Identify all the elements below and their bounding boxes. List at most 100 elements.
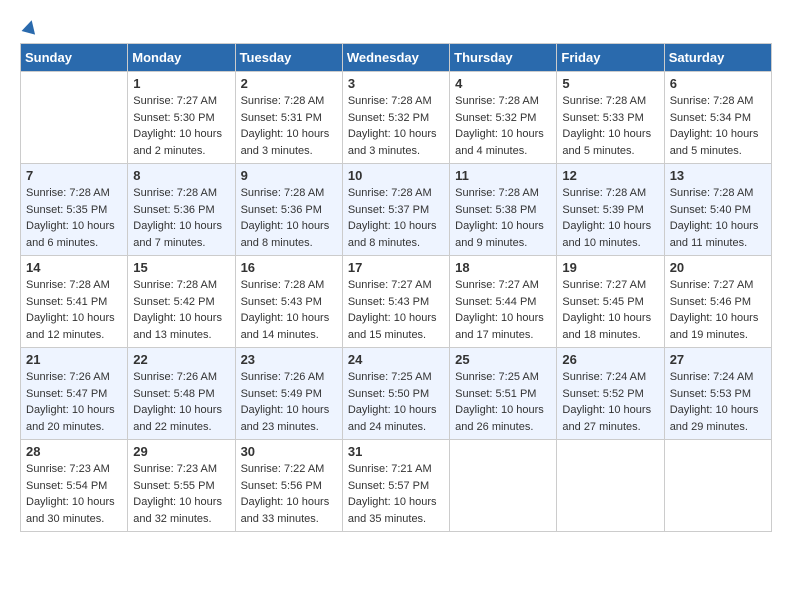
calendar-cell: 31Sunrise: 7:21 AMSunset: 5:57 PMDayligh… xyxy=(342,440,449,532)
day-info: Sunrise: 7:28 AMSunset: 5:33 PMDaylight:… xyxy=(562,93,658,159)
day-info: Sunrise: 7:26 AMSunset: 5:49 PMDaylight:… xyxy=(241,369,337,435)
day-info: Sunrise: 7:24 AMSunset: 5:53 PMDaylight:… xyxy=(670,369,766,435)
calendar-cell xyxy=(557,440,664,532)
calendar-cell: 21 Sunrise: 7:26 AMSunset: 5:47 PMDayligh… xyxy=(21,348,128,440)
day-number: 5 xyxy=(562,76,658,91)
calendar-cell: 18 Sunrise: 7:27 AMSunset: 5:44 PMDayligh… xyxy=(450,256,557,348)
day-number: 18 xyxy=(455,260,551,275)
calendar-cell: 9 Sunrise: 7:28 AMSunset: 5:36 PMDaylight… xyxy=(235,164,342,256)
day-info: Sunrise: 7:23 AMSunset: 5:55 PMDaylight:… xyxy=(133,461,229,527)
day-number: 17 xyxy=(348,260,444,275)
day-number: 11 xyxy=(455,168,551,183)
day-number: 25 xyxy=(455,352,551,367)
day-number: 26 xyxy=(562,352,658,367)
day-number: 22 xyxy=(133,352,229,367)
calendar-cell: 7 Sunrise: 7:28 AMSunset: 5:35 PMDaylight… xyxy=(21,164,128,256)
calendar-cell: 30Sunrise: 7:22 AMSunset: 5:56 PMDayligh… xyxy=(235,440,342,532)
calendar-cell: 19 Sunrise: 7:27 AMSunset: 5:45 PMDayligh… xyxy=(557,256,664,348)
calendar-cell: 22 Sunrise: 7:26 AMSunset: 5:48 PMDayligh… xyxy=(128,348,235,440)
calendar-cell: 14 Sunrise: 7:28 AMSunset: 5:41 PMDayligh… xyxy=(21,256,128,348)
day-info: Sunrise: 7:28 AMSunset: 5:36 PMDaylight:… xyxy=(241,185,337,251)
day-info: Sunrise: 7:28 AMSunset: 5:35 PMDaylight:… xyxy=(26,185,122,251)
calendar-cell: 29 Sunrise: 7:23 AMSunset: 5:55 PMDayligh… xyxy=(128,440,235,532)
day-number: 14 xyxy=(26,260,122,275)
day-info: Sunrise: 7:27 AMSunset: 5:44 PMDaylight:… xyxy=(455,277,551,343)
calendar-cell xyxy=(21,72,128,164)
day-info: Sunrise: 7:25 AMSunset: 5:50 PMDaylight:… xyxy=(348,369,444,435)
column-header-saturday: Saturday xyxy=(664,44,771,72)
day-info: Sunrise: 7:27 AMSunset: 5:43 PMDaylight:… xyxy=(348,277,444,343)
day-number: 7 xyxy=(26,168,122,183)
day-number: 15 xyxy=(133,260,229,275)
column-header-friday: Friday xyxy=(557,44,664,72)
calendar-week-row: 28 Sunrise: 7:23 AMSunset: 5:54 PMDayligh… xyxy=(21,440,772,532)
day-number: 10 xyxy=(348,168,444,183)
day-number: 27 xyxy=(670,352,766,367)
calendar-cell: 24 Sunrise: 7:25 AMSunset: 5:50 PMDayligh… xyxy=(342,348,449,440)
calendar-cell: 4 Sunrise: 7:28 AMSunset: 5:32 PMDaylight… xyxy=(450,72,557,164)
calendar-cell xyxy=(664,440,771,532)
page-header xyxy=(20,20,772,33)
day-number: 9 xyxy=(241,168,337,183)
day-info: Sunrise: 7:28 AMSunset: 5:36 PMDaylight:… xyxy=(133,185,229,251)
calendar-cell: 8 Sunrise: 7:28 AMSunset: 5:36 PMDaylight… xyxy=(128,164,235,256)
day-info: Sunrise: 7:21 AMSunset: 5:57 PMDaylight:… xyxy=(348,461,444,527)
calendar-cell: 23 Sunrise: 7:26 AMSunset: 5:49 PMDayligh… xyxy=(235,348,342,440)
day-number: 8 xyxy=(133,168,229,183)
day-number: 29 xyxy=(133,444,229,459)
calendar-cell: 2Sunrise: 7:28 AMSunset: 5:31 PMDaylight… xyxy=(235,72,342,164)
calendar-cell: 25 Sunrise: 7:25 AMSunset: 5:51 PMDayligh… xyxy=(450,348,557,440)
logo xyxy=(20,20,37,33)
day-info: Sunrise: 7:26 AMSunset: 5:47 PMDaylight:… xyxy=(26,369,122,435)
calendar-cell: 20Sunrise: 7:27 AMSunset: 5:46 PMDayligh… xyxy=(664,256,771,348)
day-info: Sunrise: 7:25 AMSunset: 5:51 PMDaylight:… xyxy=(455,369,551,435)
day-number: 4 xyxy=(455,76,551,91)
day-number: 12 xyxy=(562,168,658,183)
column-header-tuesday: Tuesday xyxy=(235,44,342,72)
day-number: 28 xyxy=(26,444,122,459)
day-info: Sunrise: 7:28 AMSunset: 5:32 PMDaylight:… xyxy=(455,93,551,159)
day-info: Sunrise: 7:22 AMSunset: 5:56 PMDaylight:… xyxy=(241,461,337,527)
day-info: Sunrise: 7:23 AMSunset: 5:54 PMDaylight:… xyxy=(26,461,122,527)
calendar-cell: 15Sunrise: 7:28 AMSunset: 5:42 PMDayligh… xyxy=(128,256,235,348)
day-info: Sunrise: 7:28 AMSunset: 5:41 PMDaylight:… xyxy=(26,277,122,343)
column-header-sunday: Sunday xyxy=(21,44,128,72)
day-number: 6 xyxy=(670,76,766,91)
day-number: 21 xyxy=(26,352,122,367)
day-number: 24 xyxy=(348,352,444,367)
calendar-week-row: 7 Sunrise: 7:28 AMSunset: 5:35 PMDaylight… xyxy=(21,164,772,256)
day-number: 16 xyxy=(241,260,337,275)
logo-triangle-icon xyxy=(22,18,39,34)
day-info: Sunrise: 7:27 AMSunset: 5:30 PMDaylight:… xyxy=(133,93,229,159)
calendar-week-row: 14 Sunrise: 7:28 AMSunset: 5:41 PMDayligh… xyxy=(21,256,772,348)
day-info: Sunrise: 7:28 AMSunset: 5:43 PMDaylight:… xyxy=(241,277,337,343)
calendar-cell: 16 Sunrise: 7:28 AMSunset: 5:43 PMDayligh… xyxy=(235,256,342,348)
column-header-monday: Monday xyxy=(128,44,235,72)
calendar-cell: 26Sunrise: 7:24 AMSunset: 5:52 PMDayligh… xyxy=(557,348,664,440)
day-info: Sunrise: 7:28 AMSunset: 5:39 PMDaylight:… xyxy=(562,185,658,251)
calendar-cell: 13 Sunrise: 7:28 AMSunset: 5:40 PMDayligh… xyxy=(664,164,771,256)
day-number: 20 xyxy=(670,260,766,275)
day-info: Sunrise: 7:28 AMSunset: 5:34 PMDaylight:… xyxy=(670,93,766,159)
column-header-thursday: Thursday xyxy=(450,44,557,72)
calendar-cell: 17 Sunrise: 7:27 AMSunset: 5:43 PMDayligh… xyxy=(342,256,449,348)
day-info: Sunrise: 7:28 AMSunset: 5:32 PMDaylight:… xyxy=(348,93,444,159)
column-header-wednesday: Wednesday xyxy=(342,44,449,72)
day-info: Sunrise: 7:26 AMSunset: 5:48 PMDaylight:… xyxy=(133,369,229,435)
calendar-header-row: SundayMondayTuesdayWednesdayThursdayFrid… xyxy=(21,44,772,72)
calendar-cell: 28 Sunrise: 7:23 AMSunset: 5:54 PMDayligh… xyxy=(21,440,128,532)
calendar-cell: 11Sunrise: 7:28 AMSunset: 5:38 PMDayligh… xyxy=(450,164,557,256)
day-info: Sunrise: 7:28 AMSunset: 5:40 PMDaylight:… xyxy=(670,185,766,251)
calendar-cell: 10 Sunrise: 7:28 AMSunset: 5:37 PMDayligh… xyxy=(342,164,449,256)
day-info: Sunrise: 7:27 AMSunset: 5:45 PMDaylight:… xyxy=(562,277,658,343)
day-number: 23 xyxy=(241,352,337,367)
calendar-cell xyxy=(450,440,557,532)
calendar-cell: 27 Sunrise: 7:24 AMSunset: 5:53 PMDayligh… xyxy=(664,348,771,440)
calendar-cell: 1 Sunrise: 7:27 AMSunset: 5:30 PMDaylight… xyxy=(128,72,235,164)
day-number: 13 xyxy=(670,168,766,183)
day-number: 1 xyxy=(133,76,229,91)
day-info: Sunrise: 7:28 AMSunset: 5:37 PMDaylight:… xyxy=(348,185,444,251)
calendar-table: SundayMondayTuesdayWednesdayThursdayFrid… xyxy=(20,43,772,532)
day-number: 19 xyxy=(562,260,658,275)
day-number: 2 xyxy=(241,76,337,91)
